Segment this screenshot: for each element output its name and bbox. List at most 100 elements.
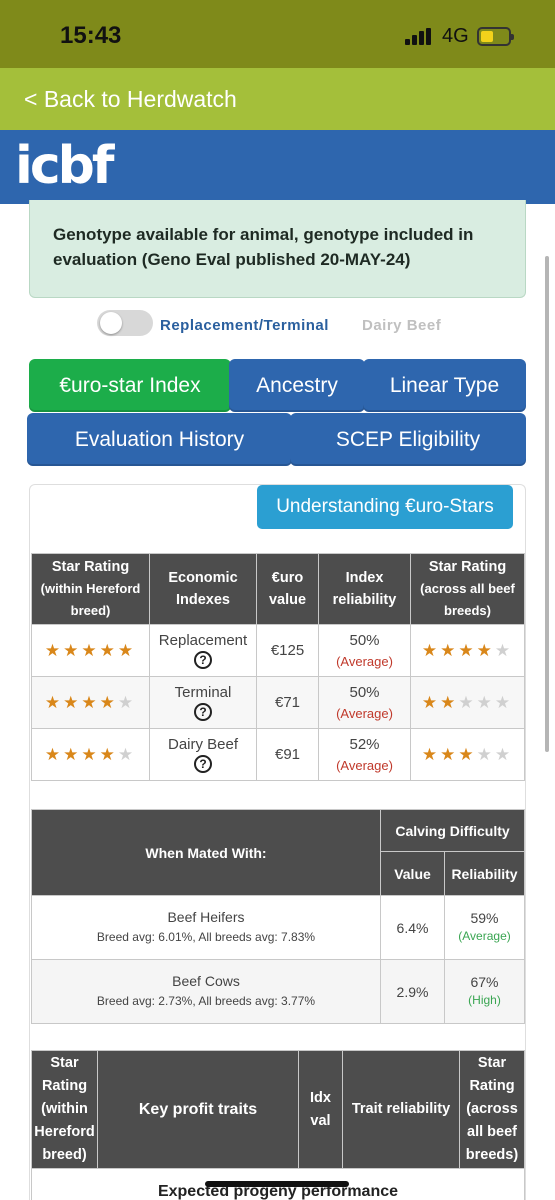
star-rating-3-of-5: ★★★★★ (422, 745, 513, 764)
mated-with-cell: Beef Cows Breed avg: 2.73%, All breeds av… (31, 959, 381, 1024)
star-filled-icon: ★ (476, 640, 495, 660)
star-rating-table: Star Rating (within Hereford breed) Econo… (31, 553, 525, 781)
genotype-notice: Genotype available for animal, genotype … (29, 200, 526, 298)
star-filled-icon: ★ (81, 692, 100, 712)
star-filled-icon: ★ (63, 640, 82, 660)
star-rating-5-of-5: ★★★★★ (45, 641, 136, 660)
star-filled-icon: ★ (421, 640, 441, 660)
star-empty-icon: ★ (476, 692, 495, 712)
header-star-rating-across: Star Rating (across all beef breeds) (459, 1050, 525, 1169)
header-reliability: Reliability (443, 851, 526, 896)
star-rating-across: ★★★★★ (410, 676, 525, 729)
calving-reliability: 59% (Average) (443, 895, 526, 960)
star-filled-icon: ★ (63, 692, 82, 712)
star-filled-icon: ★ (81, 640, 100, 660)
star-filled-icon: ★ (44, 640, 64, 660)
euro-value: €125 (256, 624, 319, 677)
star-filled-icon: ★ (440, 744, 459, 764)
table-row: ★★★★★ Replacement? €125 50% (Average) ★★★… (31, 624, 525, 677)
status-time: 15:43 (60, 22, 122, 49)
mated-with-cell: Beef Heifers Breed avg: 6.01%, All breeds… (31, 895, 381, 960)
network-type: 4G (442, 25, 469, 47)
star-rating-within: ★★★★★ (31, 624, 150, 677)
header-index-reliability: Index reliability (318, 553, 411, 625)
header-star-rating-within: Star Rating (within Hereford breed) (31, 553, 150, 625)
key-profit-traits-table: Star Rating (within Hereford breed) Key … (31, 1050, 525, 1200)
help-icon[interactable]: ? (194, 755, 212, 773)
star-filled-icon: ★ (117, 640, 137, 660)
battery-icon (477, 27, 514, 46)
toggle-knob[interactable] (100, 312, 122, 334)
header-key-profit-traits: Key profit traits (97, 1050, 299, 1169)
help-icon[interactable]: ? (194, 651, 212, 669)
table-row: Beef Heifers Breed avg: 6.01%, All breeds… (31, 895, 526, 960)
index-reliability: 52% (Average) (318, 728, 411, 781)
calving-value: 6.4% (380, 895, 445, 960)
back-to-herdwatch-link[interactable]: < Back to Herdwatch (24, 86, 237, 113)
index-reliability: 50% (Average) (318, 624, 411, 677)
index-reliability: 50% (Average) (318, 676, 411, 729)
icbf-logo: icbf (15, 136, 114, 196)
star-filled-icon: ★ (440, 640, 459, 660)
star-empty-icon: ★ (494, 640, 514, 660)
calving-value: 2.9% (380, 959, 445, 1024)
star-rating-4-of-5: ★★★★★ (422, 641, 513, 660)
tab-scep-eligibility[interactable]: SCEP Eligibility (290, 413, 526, 466)
table-row: ★★★★★ Dairy Beef? €91 52% (Average) ★★★★★ (31, 728, 525, 781)
star-empty-icon: ★ (458, 692, 477, 712)
toggle-label-replacement-terminal[interactable]: Replacement/Terminal (160, 317, 329, 334)
signal-strength-icon (405, 28, 433, 45)
header-idx-val: Idx val (298, 1050, 343, 1169)
header-value: Value (380, 851, 445, 896)
star-filled-icon: ★ (99, 744, 118, 764)
economic-index-cell: Dairy Beef? (149, 728, 257, 781)
star-filled-icon: ★ (44, 692, 64, 712)
star-rating-across: ★★★★★ (410, 624, 525, 677)
calving-reliability: 67% (High) (443, 959, 526, 1024)
header-star-rating-across: Star Rating (across all beef breeds) (410, 553, 525, 625)
star-filled-icon: ★ (440, 692, 459, 712)
star-rating-within: ★★★★★ (31, 676, 150, 729)
star-empty-icon: ★ (117, 744, 137, 764)
header-euro-value: €uro value (256, 553, 319, 625)
tab-ancestry[interactable]: Ancestry (229, 359, 365, 412)
star-filled-icon: ★ (63, 744, 82, 764)
star-rating-4-of-5: ★★★★★ (45, 693, 136, 712)
genotype-notice-text: Genotype available for animal, genotype … (53, 225, 474, 269)
understanding-euro-stars-button[interactable]: Understanding €uro-Stars (257, 485, 513, 529)
star-filled-icon: ★ (458, 744, 477, 764)
star-filled-icon: ★ (421, 744, 441, 764)
star-filled-icon: ★ (421, 692, 441, 712)
table-row: Beef Cows Breed avg: 2.73%, All breeds av… (31, 959, 526, 1024)
toggle-label-dairy-beef[interactable]: Dairy Beef (362, 317, 441, 334)
star-empty-icon: ★ (117, 692, 137, 712)
help-icon[interactable]: ? (194, 703, 212, 721)
economic-index-cell: Terminal? (149, 676, 257, 729)
header-star-rating-within: Star Rating (within Hereford breed) (31, 1050, 98, 1169)
economic-index-cell: Replacement? (149, 624, 257, 677)
header-trait-reliability: Trait reliability (342, 1050, 460, 1169)
table-row: ★★★★★ Terminal? €71 50% (Average) ★★★★★ (31, 676, 525, 729)
star-filled-icon: ★ (81, 744, 100, 764)
home-indicator[interactable] (205, 1181, 349, 1187)
header-when-mated-with: When Mated With: (31, 809, 381, 896)
star-rating-within: ★★★★★ (31, 728, 150, 781)
star-filled-icon: ★ (44, 744, 64, 764)
star-empty-icon: ★ (494, 744, 514, 764)
tab-linear-type[interactable]: Linear Type (363, 359, 526, 412)
star-filled-icon: ★ (99, 692, 118, 712)
tab-euro-star-index[interactable]: €uro-star Index (29, 359, 231, 412)
star-rating-2-of-5: ★★★★★ (422, 693, 513, 712)
star-rating-across: ★★★★★ (410, 728, 525, 781)
scrollbar[interactable] (545, 256, 549, 752)
euro-value: €71 (256, 676, 319, 729)
calving-difficulty-table: When Mated With: Calving Difficulty Valu… (31, 809, 526, 1024)
star-filled-icon: ★ (458, 640, 477, 660)
star-rating-4-of-5: ★★★★★ (45, 745, 136, 764)
star-empty-icon: ★ (494, 692, 514, 712)
star-filled-icon: ★ (99, 640, 118, 660)
header-calving-difficulty: Calving Difficulty (379, 809, 526, 852)
star-empty-icon: ★ (476, 744, 495, 764)
euro-value: €91 (256, 728, 319, 781)
tab-evaluation-history[interactable]: Evaluation History (27, 413, 292, 466)
